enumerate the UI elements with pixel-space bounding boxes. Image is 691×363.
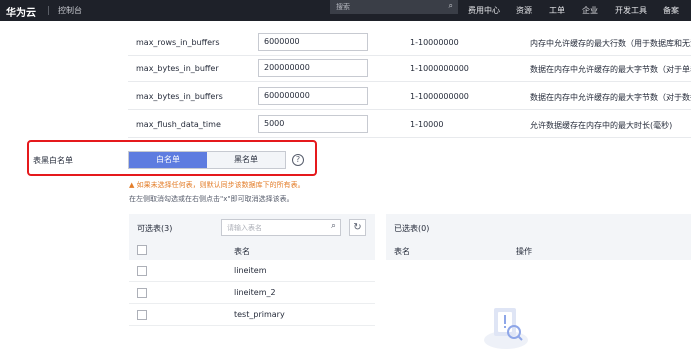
warning-text: ▲ 如果未选择任何表，则默认同步该数据库下的所有表。 <box>129 181 305 189</box>
param-value-input[interactable]: 5000 <box>258 115 368 133</box>
column-header-action: 操作 <box>516 247 532 256</box>
param-row: max_bytes_in_buffer 200000000 1-10000000… <box>128 56 691 82</box>
help-icon[interactable]: ? <box>292 154 304 166</box>
param-description: 数据在内存中允许缓存的最大字节数（对于单表 <box>530 65 691 74</box>
brand-divider <box>48 6 49 15</box>
table-name: test_primary <box>234 310 285 319</box>
available-title: 可选表(3) <box>137 224 173 233</box>
global-search-input[interactable]: 搜索 ⌕ <box>330 0 458 14</box>
param-value-input[interactable]: 6000000 <box>258 33 368 51</box>
param-row: max_flush_data_time 5000 1-10000 允许数据缓存在… <box>128 112 691 138</box>
search-placeholder: 搜索 <box>336 3 350 11</box>
nav-dev-tools[interactable]: 开发工具 <box>615 5 647 16</box>
param-value-input[interactable]: 200000000 <box>258 59 368 77</box>
param-name: max_flush_data_time <box>136 120 221 129</box>
param-range: 1-1000000000 <box>410 92 469 101</box>
top-navbar: 华为云 控制台 搜索 ⌕ 费用中心 资源 工单 企业 开发工具 备案 <box>0 0 691 21</box>
table-search-input[interactable]: 请输入表名 ⌕ <box>221 219 341 236</box>
refresh-icon: ↻ <box>353 222 362 233</box>
param-name: max_bytes_in_buffer <box>136 64 219 73</box>
nav-billing[interactable]: 费用中心 <box>468 5 500 16</box>
param-description: 数据在内存中允许缓存的最大字节数（对于数据 <box>530 93 691 102</box>
selected-title: 已选表(0) <box>394 224 430 233</box>
selected-panel-header: 已选表(0) <box>386 214 691 240</box>
param-row: max_rows_in_buffers 6000000 1-10000000 内… <box>128 30 691 56</box>
param-range: 1-1000000000 <box>410 64 469 73</box>
table-filter-label: 表黑白名单 <box>33 156 73 165</box>
row-checkbox[interactable] <box>137 310 147 320</box>
param-description: 允许数据缓存在内存中的最大时长(毫秒) <box>530 121 673 130</box>
row-checkbox[interactable] <box>137 266 147 276</box>
table-search-placeholder: 请输入表名 <box>227 224 262 232</box>
refresh-button[interactable]: ↻ <box>349 219 366 236</box>
search-icon[interactable]: ⌕ <box>331 221 336 231</box>
nav-icp[interactable]: 备案 <box>663 5 679 16</box>
nav-tickets[interactable]: 工单 <box>549 5 565 16</box>
search-icon[interactable]: ⌕ <box>449 1 453 11</box>
param-range: 1-10000000 <box>410 38 459 47</box>
column-header-name: 表名 <box>234 247 250 256</box>
hint-text: 在左侧取消勾选或在右侧点击"x"即可取消选择该表。 <box>129 195 294 203</box>
param-value-input[interactable]: 600000000 <box>258 87 368 105</box>
param-range: 1-10000 <box>410 120 444 129</box>
blacklist-button[interactable]: 黑名单 <box>207 152 285 168</box>
available-panel-header: 可选表(3) 请输入表名 ⌕ ↻ <box>129 214 375 240</box>
table-name: lineitem <box>234 266 267 275</box>
table-name: lineitem_2 <box>234 288 276 297</box>
empty-state-icon <box>484 308 528 349</box>
column-header-name: 表名 <box>394 247 410 256</box>
whitelist-blacklist-toggle: 白名单 黑名单 <box>128 151 286 169</box>
select-all-checkbox[interactable] <box>137 245 147 255</box>
param-description: 内存中允许缓存的最大行数（用于数据库和无法 <box>530 39 691 48</box>
row-checkbox[interactable] <box>137 288 147 298</box>
table-row[interactable]: lineitem_2 <box>129 282 375 304</box>
console-link[interactable]: 控制台 <box>58 5 82 16</box>
available-table-header: 表名 <box>129 240 375 260</box>
param-row: max_bytes_in_buffers 600000000 1-1000000… <box>128 84 691 110</box>
param-name: max_bytes_in_buffers <box>136 92 223 101</box>
selected-table-header: 表名 操作 <box>386 240 691 260</box>
selected-tables-panel: 已选表(0) 表名 操作 <box>386 214 691 363</box>
whitelist-button[interactable]: 白名单 <box>129 152 207 168</box>
nav-enterprise[interactable]: 企业 <box>582 5 598 16</box>
brand-logo[interactable]: 华为云 <box>6 4 36 19</box>
available-tables-panel: 可选表(3) 请输入表名 ⌕ ↻ 表名 lineitem lineitem_2 … <box>129 214 375 363</box>
nav-resources[interactable]: 资源 <box>516 5 532 16</box>
table-row[interactable]: test_primary <box>129 304 375 326</box>
table-row[interactable]: lineitem <box>129 260 375 282</box>
param-name: max_rows_in_buffers <box>136 38 220 47</box>
